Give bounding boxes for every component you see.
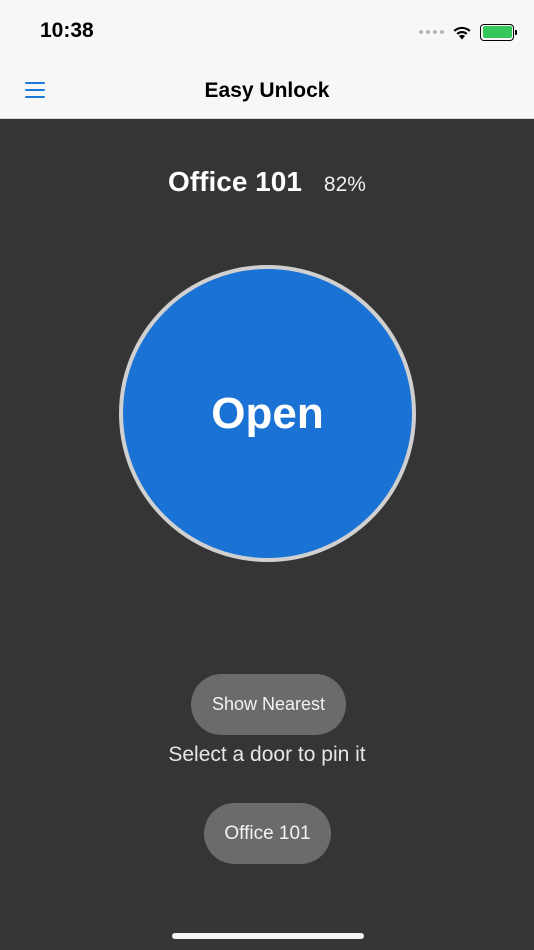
door-option-office-101[interactable]: Office 101 [204,803,331,864]
wifi-icon [453,26,471,39]
door-header: Office 101 82% [0,166,534,198]
home-indicator [172,933,364,939]
battery-icon [480,23,517,41]
battery-fill [482,26,512,38]
door-name: Office 101 [168,166,302,197]
select-door-hint: Select a door to pin it [168,743,366,766]
navigation-bar: Easy Unlock [0,62,534,119]
page-title: Easy Unlock [204,79,330,102]
cellular-signal-icon [419,30,444,34]
status-icons [419,22,517,42]
door-battery-level: 82% [323,173,366,196]
status-bar: 10:38 [0,0,534,62]
status-time: 10:38 [40,19,94,42]
open-button[interactable]: Open [119,265,416,562]
show-nearest-button[interactable]: Show Nearest [191,674,346,735]
